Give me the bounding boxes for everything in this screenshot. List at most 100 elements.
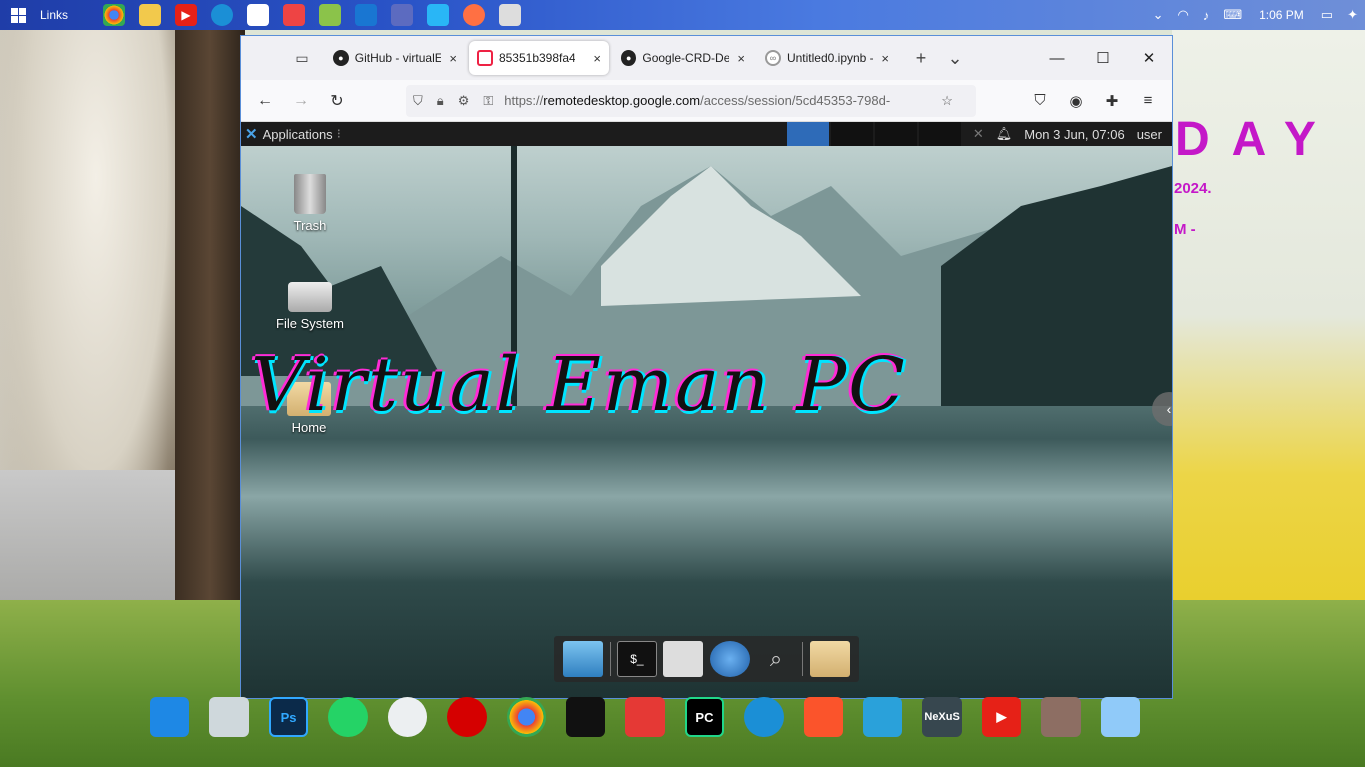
file-explorer-icon[interactable] [139, 4, 161, 26]
telegram-icon[interactable] [863, 697, 903, 737]
url-host: remotedesktop.google.com [543, 93, 701, 108]
xfce-dock: $_ ⌕ [554, 636, 859, 682]
pycharm-icon[interactable]: PC [684, 697, 725, 737]
shield-icon[interactable]: ⛉ [413, 93, 423, 109]
store-icon[interactable] [247, 4, 269, 26]
youtube-icon[interactable]: ▶ [175, 4, 197, 26]
xfce-top-panel: ✕ Applications ⁝ ✕ 🔔︎ Mon 3 Jun, 07:06 u… [241, 122, 1172, 146]
applications-label: Applications [262, 126, 333, 142]
trash-icon [294, 174, 326, 214]
users-icon[interactable] [1041, 697, 1081, 737]
close-icon[interactable]: × [449, 51, 457, 66]
workspace-3[interactable] [875, 122, 917, 146]
app-icon[interactable] [499, 4, 521, 26]
brave-icon[interactable] [283, 4, 305, 26]
url-text[interactable]: https://remotedesktop.google.com/access/… [504, 93, 934, 108]
calculator-icon[interactable] [391, 4, 413, 26]
chrome-icon[interactable] [103, 4, 125, 26]
key-icon[interactable]: ⚿ [483, 93, 493, 109]
chrome-icon[interactable] [506, 697, 546, 737]
workspace-4[interactable] [919, 122, 961, 146]
keyboard-icon[interactable]: ⌨ [1223, 7, 1242, 23]
web-browser-icon[interactable] [709, 641, 750, 677]
tab-colab[interactable]: ∞ Untitled0.ipynb - × [757, 41, 897, 75]
desktop-icon-label: Trash [293, 218, 327, 233]
nexus-icon[interactable]: NeXuS [922, 697, 962, 737]
notepad-icon[interactable] [319, 4, 341, 26]
chevron-up-icon[interactable]: ⌄ [1153, 7, 1164, 23]
close-icon[interactable]: × [881, 51, 889, 66]
terminal-icon[interactable]: $_ [616, 641, 657, 677]
wallpaper-year-text: 2024. [1174, 180, 1212, 197]
power-icon[interactable] [625, 697, 665, 737]
back-arrow-icon[interactable]: ← [249, 85, 281, 117]
forward-arrow-icon[interactable]: → [285, 85, 317, 117]
tab-label: 85351b398fa4 [498, 51, 576, 65]
panel-user[interactable]: user [1137, 127, 1162, 142]
vscode-icon[interactable] [427, 4, 449, 26]
opera-icon[interactable] [447, 697, 487, 737]
lock-icon[interactable]: 🔒︎ [437, 93, 444, 109]
windows-start-icon[interactable] [150, 697, 190, 737]
url-path: /access/session/5cd45353-798d- [700, 93, 891, 108]
bookmark-star-icon[interactable]: ☆ [941, 93, 953, 109]
desktop-icon-trash[interactable]: Trash [270, 174, 350, 233]
menu-icon[interactable]: ≡ [1130, 85, 1166, 117]
workspace-1[interactable] [787, 122, 829, 146]
folder-icon[interactable] [809, 641, 850, 677]
applications-menu[interactable]: ✕ Applications ⁝ [245, 125, 341, 143]
tab-remote-desktop[interactable]: 85351b398fa4 × [469, 41, 609, 75]
youtube-icon[interactable]: ▶ [981, 697, 1022, 737]
list-all-tabs-button[interactable]: ⌄ [941, 44, 969, 72]
notification-icon[interactable]: ▭ [1321, 7, 1333, 23]
desktop-icon-file-system[interactable]: File System [270, 282, 350, 331]
permissions-icon[interactable]: ⚙ [458, 93, 470, 109]
minimize-icon[interactable]: — [1034, 36, 1080, 80]
start-button[interactable] [0, 0, 36, 30]
edge-icon[interactable] [744, 697, 784, 737]
close-window-icon[interactable]: ✕ [1126, 36, 1172, 80]
search-icon[interactable]: ⌕ [756, 641, 796, 677]
volume-icon[interactable]: ♪ [1203, 8, 1210, 23]
recycle-bin-icon[interactable] [209, 697, 249, 737]
toolbar-right: ⛉ ◉ ✚ ≡ [1022, 85, 1166, 117]
tab-github[interactable]: ● GitHub - virtualE × [325, 41, 465, 75]
computer-icon[interactable] [1100, 697, 1141, 737]
window-controls: — ☐ ✕ [1034, 36, 1172, 80]
workspace-2[interactable] [831, 122, 873, 146]
bell-icon[interactable]: 🔔︎ [996, 126, 1013, 142]
tab-manager-icon[interactable]: ▭ [289, 45, 315, 71]
terminal-icon[interactable] [565, 697, 606, 737]
clock[interactable]: 1:06 PM [1259, 8, 1304, 22]
brave-icon[interactable] [803, 697, 843, 737]
reload-icon[interactable]: ↻ [321, 85, 353, 117]
maximize-icon[interactable]: ☐ [1080, 36, 1126, 80]
show-desktop-icon[interactable] [563, 641, 604, 677]
firefox-icon[interactable] [463, 4, 485, 26]
mute-icon[interactable]: ✕ [973, 126, 984, 142]
close-icon[interactable]: × [593, 51, 601, 66]
photoshop-icon[interactable]: Ps [268, 697, 309, 737]
tab-google-crd[interactable]: ● Google-CRD-Del × [613, 41, 753, 75]
copilot-icon[interactable]: ✦ [1347, 7, 1358, 23]
dock-separator [609, 642, 611, 676]
panel-clock[interactable]: Mon 3 Jun, 07:06 [1024, 127, 1124, 142]
pocket-icon[interactable]: ⛉ [1022, 85, 1058, 117]
new-tab-button[interactable]: + [907, 44, 935, 72]
wifi-icon[interactable]: ◠ [1177, 7, 1188, 23]
tab-label: GitHub - virtualE [354, 51, 442, 65]
host-taskbar: Links ▶ ⌄ ◠ ♪ ⌨ 1:06 PM ▭ ✦ [0, 0, 1365, 30]
whatsapp-icon[interactable] [328, 697, 368, 737]
file-manager-icon[interactable] [663, 641, 704, 677]
extensions-icon[interactable]: ✚ [1094, 85, 1130, 117]
messenger-icon[interactable] [355, 4, 377, 26]
close-icon[interactable]: × [737, 51, 745, 66]
edge-icon[interactable] [211, 4, 233, 26]
links-toolbar[interactable]: Links [40, 8, 96, 22]
remote-desktop-view[interactable]: ✕ Applications ⁝ ✕ 🔔︎ Mon 3 Jun, 07:06 u… [241, 122, 1172, 698]
url-bar[interactable]: ⛉ 🔒︎ ⚙ ⚿ https://remotedesktop.google.co… [406, 84, 976, 117]
github-icon: ● [333, 50, 349, 66]
colab-icon: ∞ [765, 50, 781, 66]
account-icon[interactable]: ◉ [1058, 85, 1094, 117]
clock-app-icon[interactable] [387, 697, 428, 737]
